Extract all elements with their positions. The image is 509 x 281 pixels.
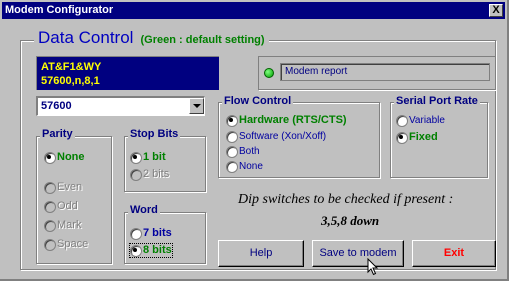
word-7-bits-radio[interactable]: 7 bits [130, 227, 172, 240]
baud-rate-select[interactable]: 57600 [36, 96, 205, 116]
flow-control-label: Flow Control [222, 95, 294, 107]
modem-report-field: Modem report [280, 63, 490, 81]
parity-even-radio[interactable]: Even [44, 181, 82, 194]
modem-configurator-window: Modem Configurator X Data Control (Green… [0, 0, 509, 281]
parity-none-radio[interactable]: None [44, 151, 85, 164]
dip-switch-positions: 3,5,8 down [321, 213, 380, 228]
flow-hardware-radio[interactable]: Hardware (RTS/CTS) [226, 114, 347, 127]
window-title: Modem Configurator [5, 4, 114, 16]
parity-odd-radio[interactable]: Odd [44, 200, 78, 213]
rate-variable-radio[interactable]: Variable [396, 114, 445, 127]
parity-space-radio[interactable]: Space [44, 238, 88, 251]
close-button[interactable]: X [489, 4, 503, 17]
dip-switch-instruction: Dip switches to be checked if present : [238, 192, 454, 207]
mouse-cursor-icon [367, 258, 379, 276]
title-bar: Modem Configurator X [2, 2, 505, 19]
data-control-heading: Data Control (Green : default setting) [34, 28, 269, 48]
stop-bits-1-radio[interactable]: 1 bit [130, 151, 166, 164]
save-to-modem-button[interactable]: Save to modem [312, 240, 404, 267]
word-8-bits-radio[interactable]: 8 bits [129, 243, 173, 258]
chevron-down-icon[interactable] [189, 98, 204, 114]
flow-none-radio[interactable]: None [226, 160, 263, 173]
flow-both-radio[interactable]: Both [226, 145, 260, 158]
data-control-title: Data Control [38, 28, 134, 47]
default-setting-note: (Green : default setting) [140, 34, 265, 46]
stop-bits-label: Stop Bits [128, 128, 181, 140]
parity-mark-radio[interactable]: Mark [44, 219, 81, 232]
init-string-display: AT&F1&WY 57600,n,8,1 [36, 56, 219, 90]
baud-rate-value: 57600 [41, 100, 72, 112]
flow-software-radio[interactable]: Software (Xon/Xoff) [226, 130, 326, 143]
stop-bits-2-radio[interactable]: 2 bits [130, 168, 169, 181]
exit-button[interactable]: Exit [412, 240, 496, 267]
help-button[interactable]: Help [218, 240, 304, 267]
word-label: Word [128, 204, 160, 216]
parity-label: Parity [40, 128, 75, 140]
serial-port-rate-label: Serial Port Rate [394, 95, 480, 107]
status-led-icon [264, 68, 274, 78]
init-settings: 57600,n,8,1 [41, 75, 100, 87]
init-command: AT&F1&WY [41, 61, 102, 73]
rate-fixed-radio[interactable]: Fixed [396, 131, 438, 144]
stop-bits-group [124, 136, 206, 192]
